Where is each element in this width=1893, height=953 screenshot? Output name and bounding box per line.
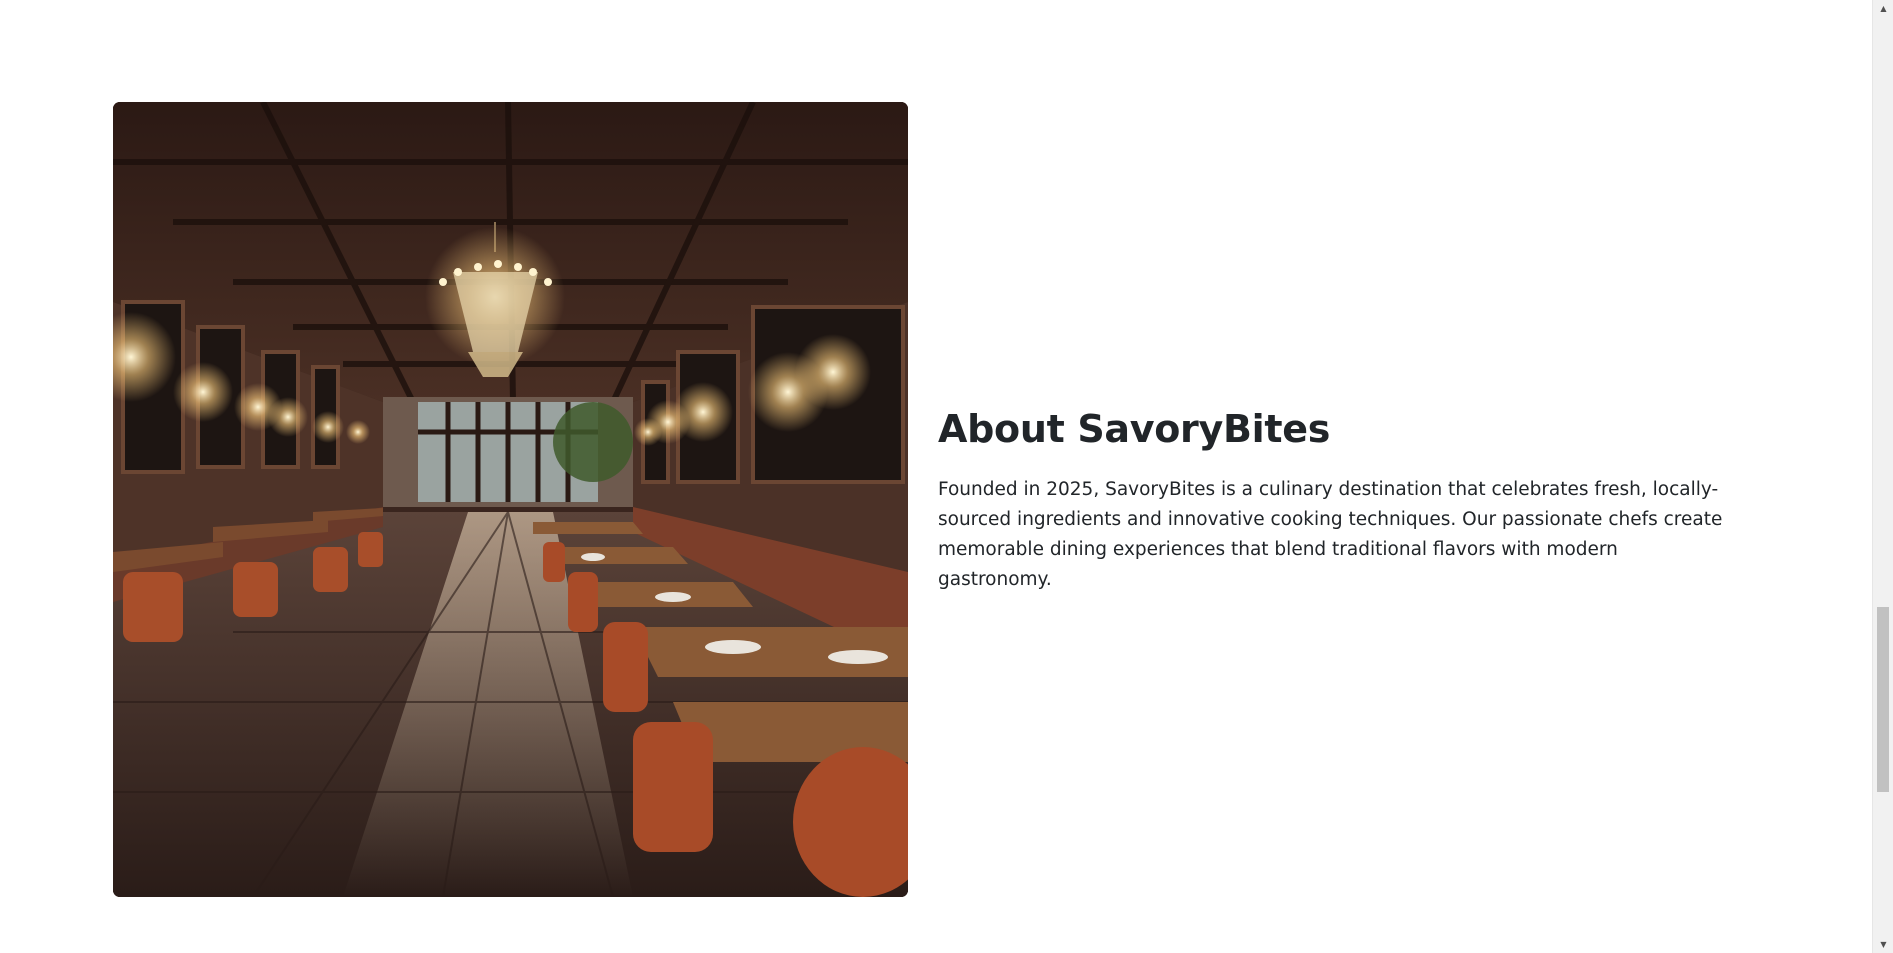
about-text: About SavoryBites Founded in 2025, Savor…	[938, 407, 1728, 595]
triangle-down-icon[interactable]: ▼	[1873, 936, 1893, 953]
scrollbar-thumb[interactable]	[1877, 607, 1889, 792]
vertical-scrollbar[interactable]: ▲ ▼	[1872, 0, 1893, 953]
restaurant-interior-image	[113, 102, 908, 897]
page: About SavoryBites Founded in 2025, Savor…	[0, 0, 1893, 953]
about-title: About SavoryBites	[938, 407, 1331, 451]
about-description: Founded in 2025, SavoryBites is a culina…	[938, 478, 1723, 590]
triangle-up-icon[interactable]: ▲	[1873, 0, 1893, 17]
about-section: About SavoryBites Founded in 2025, Savor…	[113, 102, 1722, 897]
